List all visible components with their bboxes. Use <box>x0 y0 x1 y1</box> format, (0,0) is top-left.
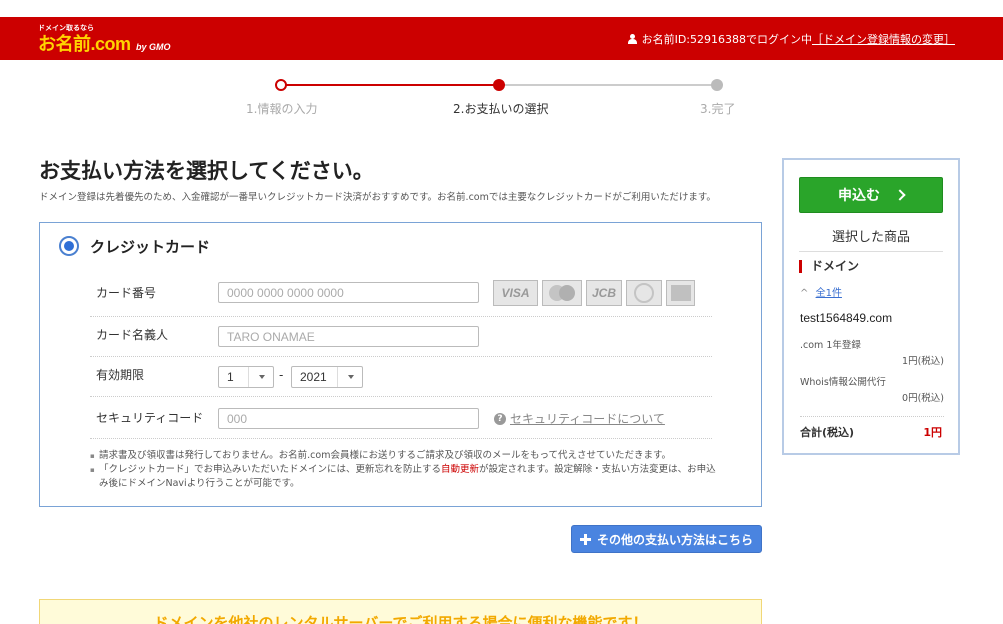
item-count-toggle[interactable]: ^ 全1件 <box>800 284 842 299</box>
card-number-label: カード番号 <box>96 286 157 300</box>
step-2-label: 2.お支払いの選択 <box>453 102 549 116</box>
expiry-label: 有効期限 <box>96 368 145 382</box>
security-code-input[interactable]: 000 <box>218 408 479 429</box>
line-item: Whois情報公開代行 0円(税込) <box>800 374 944 404</box>
line-item: .com 1年登録 1円(税込) <box>800 337 944 367</box>
expiry-row: 有効期限 1 - 2021 <box>90 357 712 397</box>
security-code-row: セキュリティコード 000 ? セキュリティコードについて <box>90 397 712 439</box>
credit-card-panel: クレジットカード カード番号 0000 0000 0000 0000 VISA … <box>39 222 762 507</box>
card-brand-logos: VISA JCB <box>493 280 695 306</box>
card-holder-row: カード名義人 TARO ONAMAE <box>90 317 712 357</box>
step-connector-pending <box>499 84 717 86</box>
plus-icon <box>579 533 591 545</box>
diners-club-logo <box>626 280 662 306</box>
card-number-row: カード番号 0000 0000 0000 0000 VISA JCB <box>90 269 712 317</box>
apply-button[interactable]: 申込む <box>799 177 943 213</box>
step-1-dot <box>275 79 287 91</box>
line-item-price: 0円(税込) <box>902 393 944 404</box>
order-summary-sidebar: 申込む 選択した商品 ドメイン ^ 全1件 test1564849.com .c… <box>782 158 960 455</box>
change-domain-info-link[interactable]: ［ドメイン登録情報の変更］ <box>812 31 955 47</box>
total-value: 1円 <box>923 426 942 439</box>
total-label: 合計(税込) <box>800 426 855 439</box>
promo-banner: ドメインを他社のレンタルサーバーでご利用する場合に便利な機能です！ <box>39 599 762 624</box>
security-code-help-text: セキュリティコードについて <box>510 412 665 426</box>
security-code-label: セキュリティコード <box>96 411 204 425</box>
page-description: ドメイン登録は先着優先のため、入金確認が一番早いクレジットカード決済がおすすめで… <box>39 192 716 203</box>
amex-logo <box>666 280 695 306</box>
credit-card-title[interactable]: クレジットカード <box>90 236 210 257</box>
expiry-year-select[interactable]: 2021 <box>291 366 363 388</box>
line-item-name: .com 1年登録 <box>800 340 861 351</box>
user-icon <box>627 34 637 44</box>
jcb-logo: JCB <box>586 280 622 306</box>
step-3-dot <box>711 79 723 91</box>
card-number-input[interactable]: 0000 0000 0000 0000 <box>218 282 479 303</box>
expiry-separator: - <box>279 368 284 382</box>
divider <box>800 416 944 417</box>
security-code-help-link[interactable]: ? セキュリティコードについて <box>494 410 665 427</box>
chevron-down-icon <box>259 375 265 379</box>
card-holder-label: カード名義人 <box>96 328 169 342</box>
auto-renew-highlight: 自動更新 <box>441 464 480 475</box>
expiry-month-value: 1 <box>227 370 234 384</box>
card-holder-input[interactable]: TARO ONAMAE <box>218 326 479 347</box>
apply-label: 申込む <box>838 188 880 204</box>
other-payment-button[interactable]: その他の支払い方法はこちら <box>571 525 762 553</box>
expiry-month-select[interactable]: 1 <box>218 366 274 388</box>
item-count-text: 全1件 <box>815 288 842 299</box>
line-item-price: 1円(税込) <box>902 356 944 367</box>
step-connector-done <box>281 84 499 86</box>
chevron-down-icon <box>348 375 354 379</box>
logo-text: お名前.com <box>38 34 131 54</box>
category-label: ドメイン <box>799 260 859 273</box>
step-3-label: 3.完了 <box>700 102 736 116</box>
page-title: お支払い方法を選択してください。 <box>39 159 374 183</box>
mastercard-logo <box>542 280 582 306</box>
payment-notes: 請求書及び領収書は発行しておりません。お名前.com会員様にお送りするご請求及び… <box>90 449 720 491</box>
chevron-right-icon <box>894 189 906 201</box>
expiry-year-value: 2021 <box>300 370 327 384</box>
other-payment-label: その他の支払い方法はこちら <box>596 532 753 547</box>
visa-logo: VISA <box>493 280 538 306</box>
progress-stepper: 1.情報の入力 2.お支払いの選択 3.完了 <box>240 77 760 117</box>
domain-name: test1564849.com <box>800 311 893 325</box>
note-auto-renew: 「クレジットカード」でお申込みいただいたドメインには、更新忘れを防止する自動更新… <box>90 463 720 491</box>
onamae-logo[interactable]: ドメイン取るなら お名前.com by GMO <box>38 23 172 55</box>
step-2-dot <box>493 79 505 91</box>
top-bar: ドメイン取るなら お名前.com by GMO お名前ID:52916388でロ… <box>0 17 1003 60</box>
note-invoice: 請求書及び領収書は発行しておりません。お名前.com会員様にお送りするご請求及び… <box>90 449 720 463</box>
line-item-name: Whois情報公開代行 <box>800 377 886 388</box>
logo-company: by GMO <box>136 42 171 52</box>
login-status: お名前ID:52916388でログイン中 <box>641 33 812 46</box>
selected-items-heading: 選択した商品 <box>799 226 943 252</box>
promo-text: ドメインを他社のレンタルサーバーでご利用する場合に便利な機能です！ <box>153 614 648 624</box>
question-icon: ? <box>494 412 506 425</box>
credit-card-radio[interactable] <box>59 236 79 256</box>
step-1-label: 1.情報の入力 <box>246 102 318 116</box>
user-info: お名前ID:52916388でログイン中 ［ドメイン登録情報の変更］ <box>627 31 955 47</box>
chevron-up-icon: ^ <box>800 288 809 299</box>
